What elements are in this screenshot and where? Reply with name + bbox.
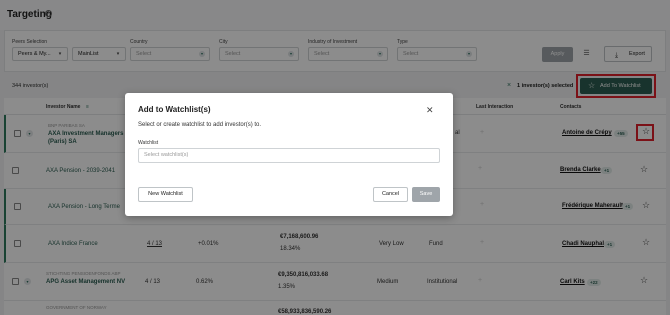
close-icon[interactable]: ✕ xyxy=(426,106,434,115)
watchlist-select[interactable]: Select watchlist(s) xyxy=(138,148,440,163)
watchlist-label: Watchlist xyxy=(138,140,159,146)
cancel-button[interactable]: Cancel xyxy=(373,187,408,202)
new-watchlist-button[interactable]: New Watchlist xyxy=(138,187,193,202)
modal-subtitle: Select or create watchlist to add invest… xyxy=(138,122,262,128)
watchlist-placeholder: Select watchlist(s) xyxy=(144,152,189,158)
modal-title: Add to Watchlist(s) xyxy=(138,105,211,114)
save-button[interactable]: Save xyxy=(412,187,440,202)
add-to-watchlist-modal: Add to Watchlist(s) ✕ Select or create w… xyxy=(125,93,453,216)
